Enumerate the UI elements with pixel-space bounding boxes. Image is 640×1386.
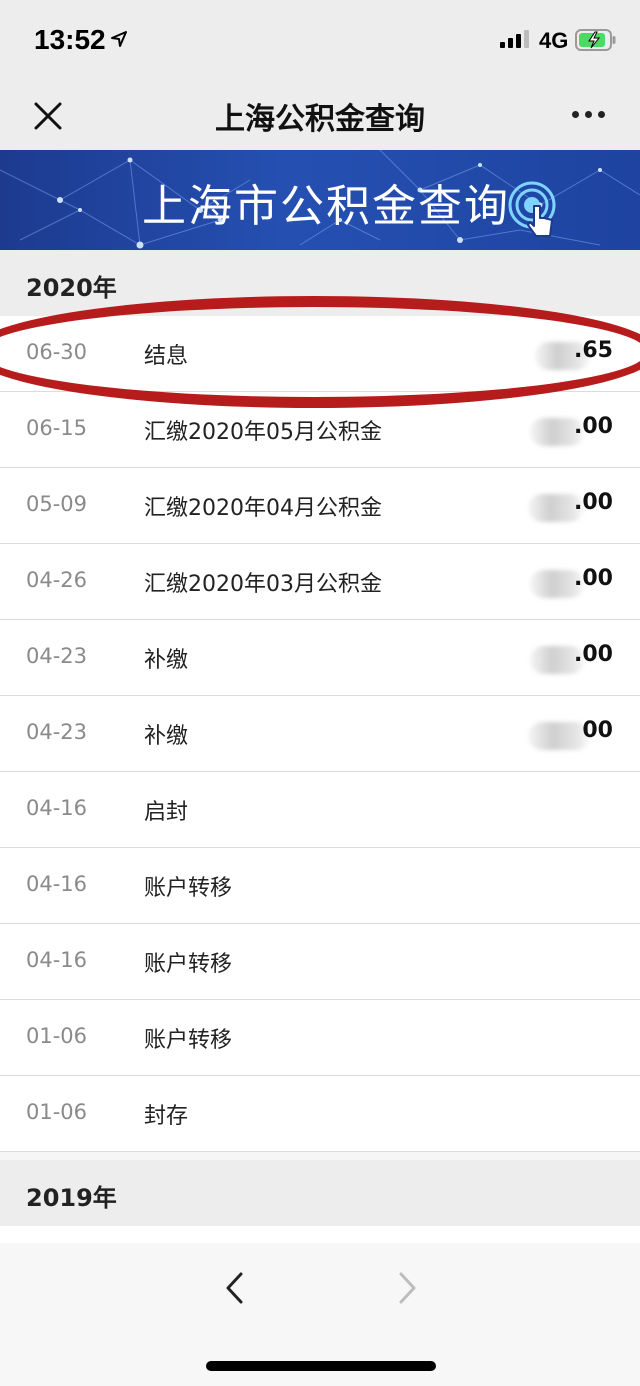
row-amount: .00 [574,414,613,439]
row-amount: 00 [582,718,613,743]
row-date: 04-23 [26,644,88,668]
section-year: 2019年 [26,1184,117,1212]
row-date: 06-15 [26,416,88,440]
row-date: 04-23 [26,720,88,744]
row-date: 06-30 [26,340,88,364]
chevron-right-icon[interactable] [394,1271,420,1305]
row-amount: .00 [574,642,613,667]
row-amount: .00 [574,490,613,515]
row-date: 04-16 [26,796,88,820]
bottom-toolbar [0,1243,640,1386]
table-row[interactable]: 04-16 启封 [0,772,640,848]
touch-icon [508,181,556,237]
network-label: 4G [539,28,569,53]
status-time: 13:52 [34,24,106,55]
row-date: 01-06 [26,1024,88,1048]
table-row[interactable]: 04-23 补缴 .00 [0,620,640,696]
row-description: 汇缴2020年05月公积金 [144,420,382,445]
page-title: 上海公积金查询 [215,102,425,137]
table-row[interactable]: 01-06 封存 [0,1076,640,1152]
row-date: 04-26 [26,568,88,592]
section-header-2019: 2019年 [0,1160,640,1226]
banner: 上海市公积金查询 [0,150,640,250]
table-row[interactable]: 04-26 汇缴2020年03月公积金 .00 [0,544,640,620]
table-row[interactable]: 05-09 汇缴2020年04月公积金 .00 [0,468,640,544]
table-row[interactable]: 04-23 补缴 00 [0,696,640,772]
row-description: 封存 [144,1104,189,1129]
row-description: 启封 [144,800,189,825]
section-year: 2020年 [26,274,117,302]
battery-icon [575,29,616,51]
row-description: 汇缴2020年03月公积金 [144,572,382,597]
table-row[interactable]: 04-16 账户转移 [0,924,640,1000]
status-bar: 13:52 4G [0,0,640,80]
blurred-amount [528,722,590,750]
record-list[interactable]: 2020年 06-30 结息 .65 06-15 汇缴2020年05月公积金 .… [0,250,640,1243]
home-indicator[interactable] [206,1361,436,1371]
row-date: 04-16 [26,948,88,972]
row-date: 05-09 [26,492,88,516]
table-row[interactable]: 04-16 账户转移 [0,848,640,924]
location-arrow-icon [111,31,127,47]
row-description: 补缴 [144,648,189,673]
row-description: 账户转移 [144,1028,233,1053]
table-row[interactable]: 06-15 汇缴2020年05月公积金 .00 [0,392,640,468]
row-date: 04-16 [26,872,88,896]
table-row[interactable]: 01-06 账户转移 [0,1000,640,1076]
more-icon[interactable] [572,104,612,124]
table-row[interactable]: 06-30 结息 .65 [0,316,640,392]
row-description: 补缴 [144,724,189,749]
row-description: 汇缴2020年04月公积金 [144,496,382,521]
nav-bar: 上海公积金查询 [0,80,640,148]
chevron-left-icon[interactable] [222,1271,248,1305]
table-row[interactable] [0,1226,640,1243]
row-description: 账户转移 [144,876,233,901]
row-description: 账户转移 [144,952,233,977]
row-description: 结息 [144,344,189,369]
banner-title: 上海市公积金查询 [142,181,510,232]
row-date: 01-06 [26,1100,88,1124]
row-amount: .65 [574,338,613,363]
signal-icon [500,30,529,48]
row-amount: .00 [574,566,613,591]
section-header-2020: 2020年 [0,250,640,316]
